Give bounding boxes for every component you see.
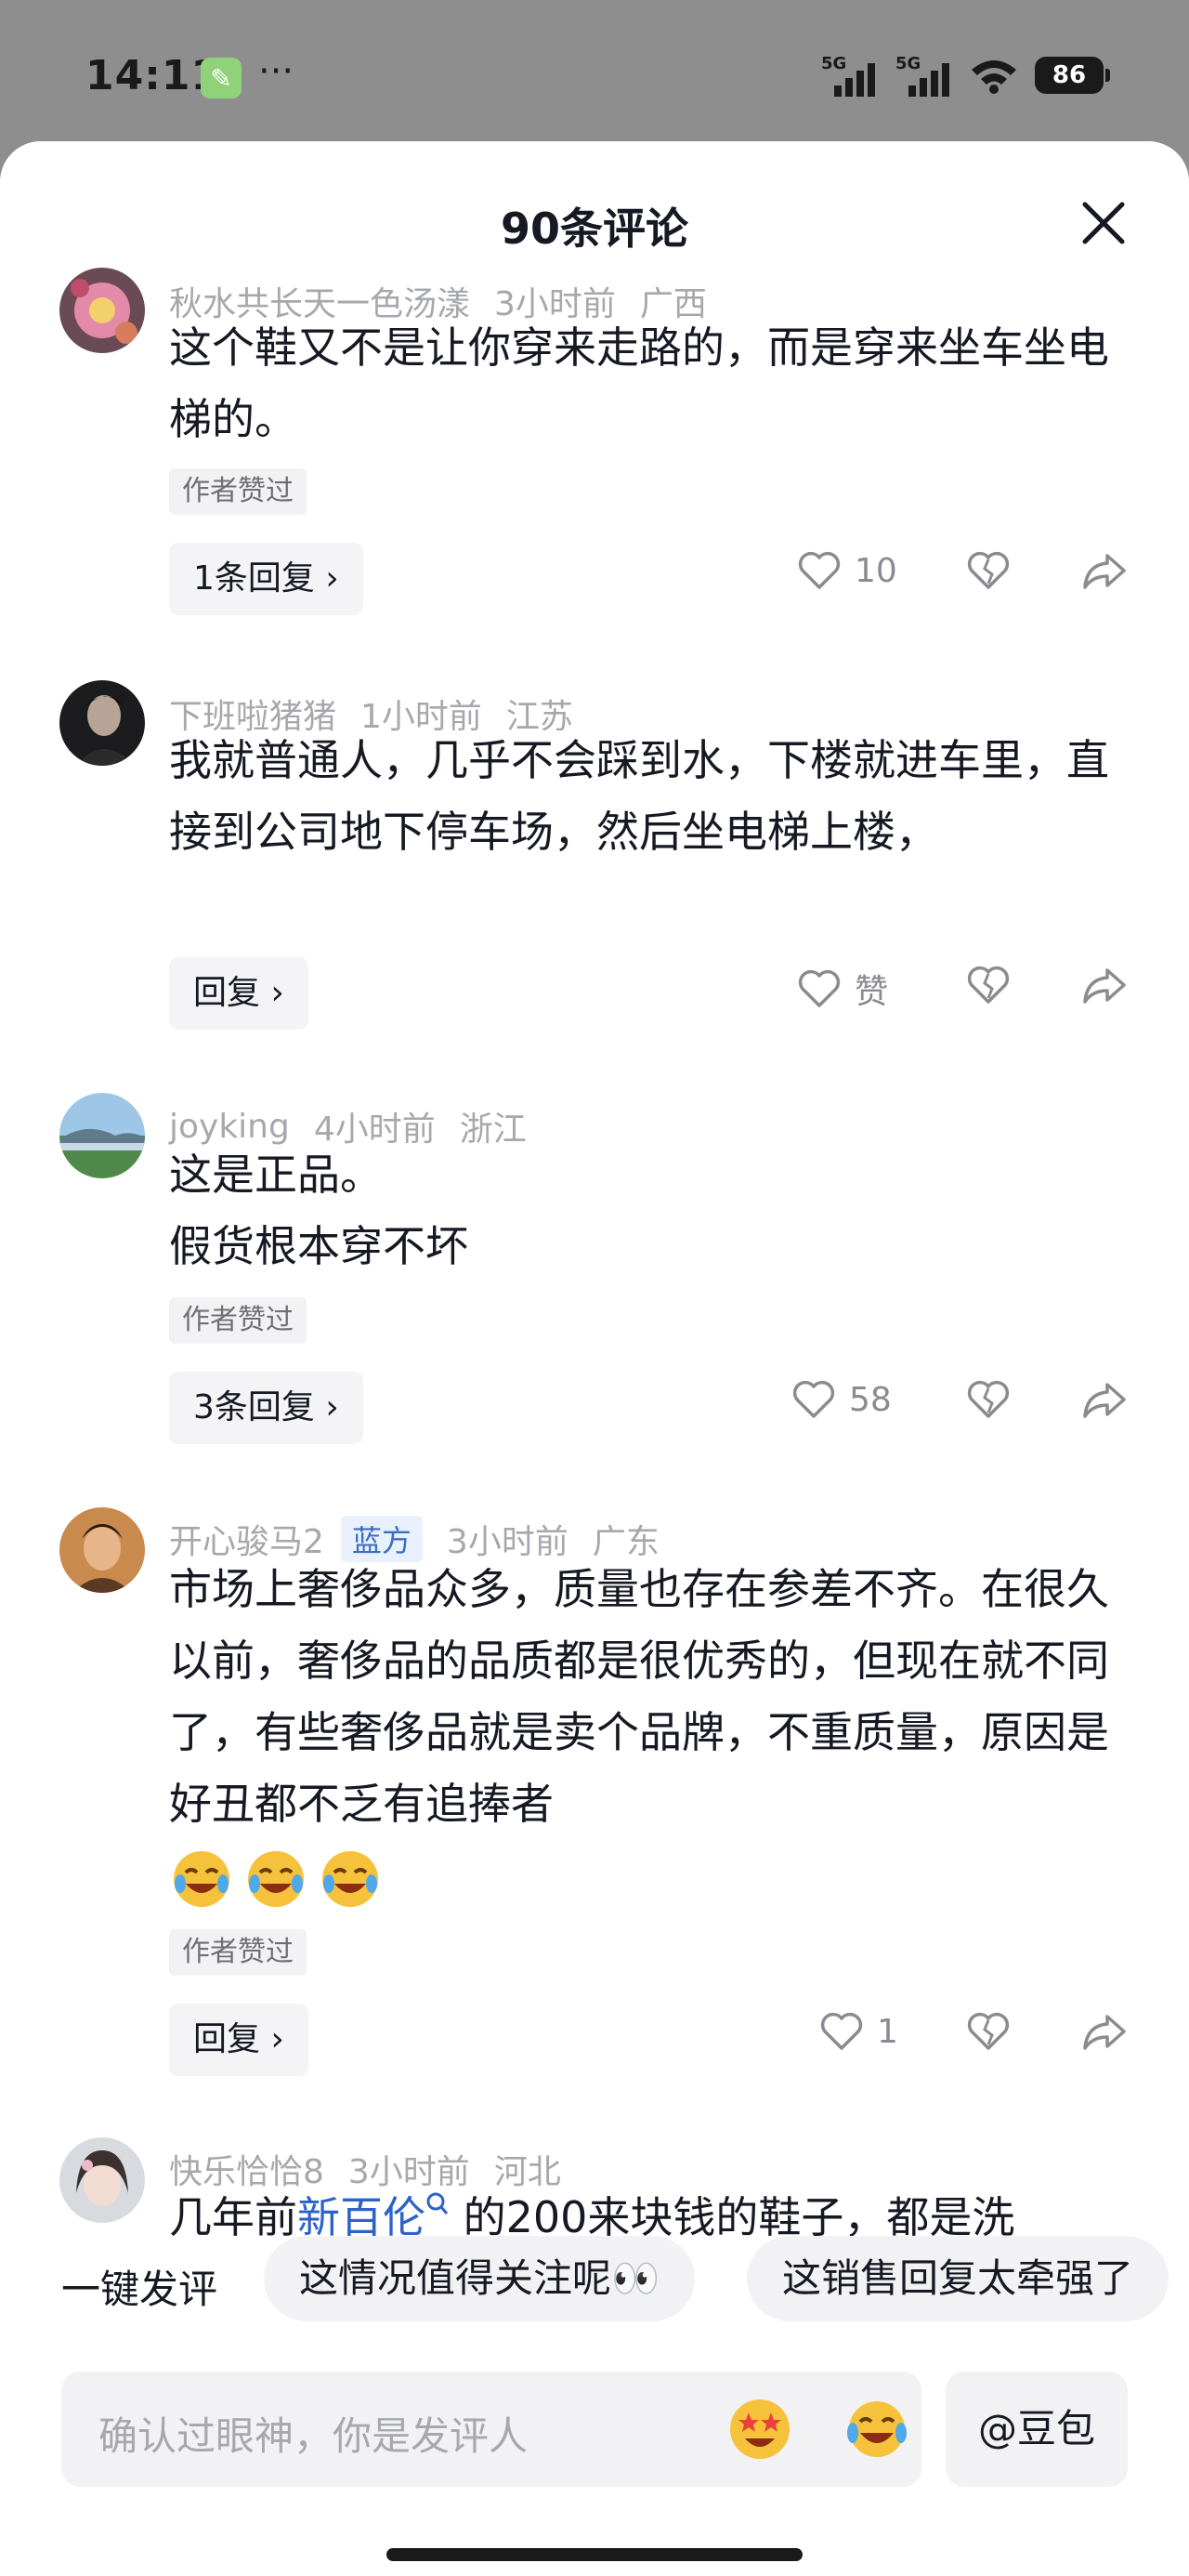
avatar[interactable]	[59, 1507, 145, 1593]
comment-text-line: 假货根本穿不坏	[169, 1221, 468, 1271]
cellular-signal-icon-2: 5G	[895, 54, 953, 97]
search-link[interactable]: 新百伦	[297, 2192, 450, 2242]
share-button[interactable]	[1081, 550, 1128, 591]
author-liked-tag: 作者赞过	[169, 468, 307, 515]
like-count: 赞	[855, 973, 889, 1011]
share-button[interactable]	[1081, 2011, 1128, 2052]
dislike-button[interactable]	[966, 1379, 1011, 1420]
dislike-button[interactable]	[966, 2011, 1011, 2052]
share-button[interactable]	[1081, 1379, 1128, 1420]
page-title: 90条评论	[500, 204, 688, 254]
close-icon[interactable]	[1078, 197, 1130, 249]
comment-text: 市场上奢侈品众多，质量也存在参差不齐。在很久以前，奢侈品的品质都是很优秀的，但现…	[169, 1554, 1117, 1912]
crying-laughing-emoji-icon	[174, 1850, 229, 1907]
crying-laughing-emoji-icon[interactable]	[843, 2396, 910, 2463]
wifi-icon	[972, 60, 1016, 94]
like-button[interactable]: 58	[791, 1379, 892, 1420]
avatar[interactable]	[59, 1093, 145, 1178]
comment-list[interactable]: 秋水共长天一色汤漾 3小时前 广西 这个鞋又不是让你穿来走路的，而是穿来坐车坐电…	[0, 141, 1189, 2260]
quick-comment-chip[interactable]: 这销售回复太牵强了	[747, 2236, 1169, 2321]
heart-icon	[820, 2012, 863, 2050]
emoji-row	[169, 1850, 392, 1907]
crying-laughing-emoji-icon	[322, 1850, 378, 1907]
dislike-button[interactable]	[966, 965, 1011, 1005]
share-icon	[1083, 1383, 1126, 1418]
share-button[interactable]	[1081, 965, 1128, 1005]
cellular-signal-icon: 5G	[821, 54, 879, 97]
quick-comment-chip[interactable]: 这情况值得关注呢👀	[264, 2236, 696, 2321]
status-bar: 14:11 ✎ ··· 5G 5G 86	[0, 0, 1189, 139]
comment-input-placeholder: 确认过眼神，你是发评人	[98, 2413, 529, 2459]
comment-text-prefix: 几年前	[169, 2192, 297, 2242]
author-liked-tag: 作者赞过	[169, 1297, 307, 1344]
broken-heart-icon	[967, 966, 1010, 1004]
mention-doubao-button[interactable]: @豆包	[946, 2372, 1128, 2487]
avatar[interactable]	[59, 268, 145, 353]
battery-indicator: 86	[1035, 57, 1110, 94]
broken-heart-icon	[967, 551, 1010, 589]
comment-text-body: 市场上奢侈品众多，质量也存在参差不齐。在很久以前，奢侈品的品质都是很优秀的，但现…	[169, 1564, 1109, 1829]
comment-text-line: 这是正品。	[169, 1150, 383, 1200]
like-button[interactable]: 赞	[797, 965, 888, 1013]
share-icon	[1083, 554, 1126, 589]
like-button[interactable]: 1	[819, 2011, 898, 2052]
comment-input-bar: 确认过眼神，你是发评人 @豆包	[0, 2372, 1189, 2557]
author-liked-tag: 作者赞过	[169, 1929, 307, 1976]
broken-heart-icon	[967, 1380, 1010, 1418]
comments-sheet: 秋水共长天一色汤漾 3小时前 广西 这个鞋又不是让你穿来走路的，而是穿来坐车坐电…	[0, 141, 1189, 2576]
more-notifications-icon: ···	[258, 50, 294, 93]
like-button[interactable]: 10	[797, 550, 897, 591]
app-notification-icon: ✎	[201, 58, 242, 99]
share-icon	[1083, 2015, 1126, 2050]
quick-comment-bar: 一键发评 这情况值得关注呢👀 这销售回复太牵强了	[0, 2236, 1189, 2325]
comment-text: 我就普通人，几乎不会踩到水，下楼就进车里，直接到公司地下停车场，然后坐电梯上楼，	[169, 735, 1109, 857]
comment-input[interactable]: 确认过眼神，你是发评人	[61, 2372, 921, 2487]
heart-icon	[798, 969, 841, 1007]
heart-icon	[798, 551, 841, 589]
search-icon	[426, 2192, 449, 2215]
crying-laughing-emoji-icon	[248, 1850, 304, 1907]
broken-heart-icon	[967, 2012, 1010, 2050]
sheet-header: 90条评论	[0, 141, 1189, 262]
star-eyes-emoji-icon[interactable]	[726, 2396, 793, 2463]
like-count: 58	[849, 1380, 892, 1419]
avatar[interactable]	[59, 680, 145, 766]
dislike-button[interactable]	[966, 550, 1011, 591]
like-count: 10	[855, 551, 897, 590]
share-icon	[1083, 968, 1126, 1004]
heart-icon	[792, 1380, 835, 1418]
home-indicator	[386, 2548, 803, 2561]
avatar[interactable]	[59, 2137, 145, 2223]
comment-text: 这是正品。 假货根本穿不坏	[169, 1139, 1117, 1282]
like-count: 1	[877, 2012, 898, 2051]
quick-comment-label: 一键发评	[61, 2267, 218, 2312]
comment-text-suffix: 的200来块钱的鞋子，都是洗	[463, 2192, 1015, 2242]
comment-text: 这个鞋又不是让你穿来走路的，而是穿来坐车坐电梯的。	[169, 322, 1109, 444]
